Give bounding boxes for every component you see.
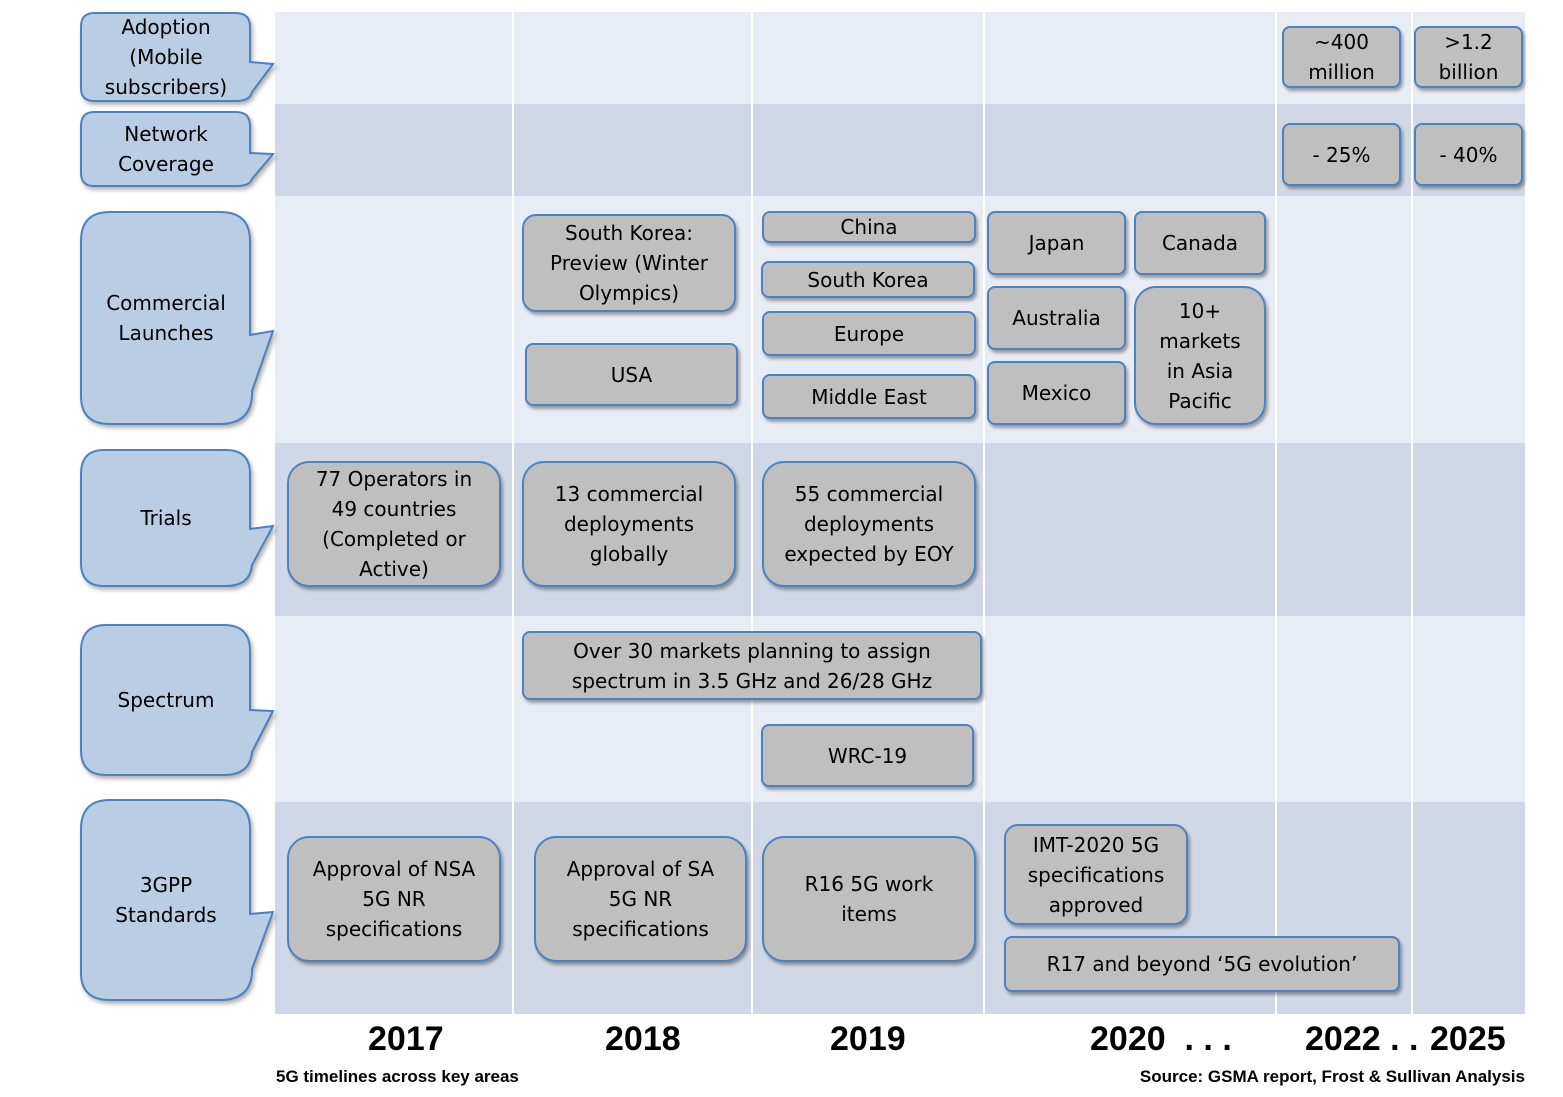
row-label-trials: Trials [140, 506, 192, 530]
year-label-2022: 2022 . . [1305, 1020, 1419, 1058]
divider-2018-2019 [751, 12, 753, 1014]
callout-adoption: Adoption (Mobile subscribers) [80, 12, 276, 102]
row-label-standards: 3GPP Standards [115, 873, 217, 927]
row-label-coverage: Network Coverage [118, 122, 214, 176]
callout-trials: Trials [80, 449, 276, 587]
callout-launches: Commercial Launches [80, 211, 276, 425]
standards-sa-box: Approval of SA 5G NR specifications [534, 836, 747, 962]
adoption-2025-box: >1.2 billion [1414, 26, 1523, 88]
launch-japan-box: Japan [987, 211, 1126, 275]
standards-r16-box: R16 5G work items [762, 836, 976, 962]
divider-2020-2022 [1275, 12, 1277, 1014]
launch-usa-box: USA [525, 343, 738, 406]
launch-south-korea-box: South Korea [761, 261, 975, 298]
callout-spectrum: Spectrum [80, 624, 276, 776]
year-label-2020: 2020 . . . [1090, 1020, 1232, 1058]
trials-2019-box: 55 commercial deployments expected by EO… [762, 461, 976, 587]
launch-europe-box: Europe [762, 311, 976, 356]
divider-2019-2020 [983, 12, 985, 1014]
coverage-2022-box: - 25% [1282, 123, 1401, 186]
launch-mexico-box: Mexico [987, 361, 1126, 425]
divider-2017-2018 [512, 12, 514, 1014]
row-label-adoption: Adoption (Mobile subscribers) [104, 15, 228, 99]
launch-canada-box: Canada [1134, 211, 1266, 275]
launch-asia-pacific-box: 10+ markets in Asia Pacific [1134, 286, 1266, 425]
standards-r17-box: R17 and beyond ‘5G evolution’ [1004, 936, 1400, 992]
source-caption: Source: GSMA report, Frost & Sullivan An… [1139, 1067, 1525, 1086]
launch-middle-east-box: Middle East [762, 374, 976, 419]
year-label-2025: 2025 [1430, 1020, 1506, 1058]
year-label-2019: 2019 [830, 1020, 906, 1058]
adoption-2022-box: ~400 million [1282, 26, 1401, 88]
year-label-2018: 2018 [605, 1020, 681, 1058]
launch-south-korea-preview-box: South Korea: Preview (Winter Olympics) [522, 214, 736, 312]
divider-2022-2025 [1411, 12, 1413, 1014]
row-label-launches: Commercial Launches [106, 291, 226, 345]
callout-standards: 3GPP Standards [80, 799, 276, 1001]
row-label-spectrum: Spectrum [117, 688, 215, 712]
launch-china-box: China [762, 211, 976, 243]
trials-2017-box: 77 Operators in 49 countries (Completed … [287, 461, 501, 587]
spectrum-markets-box: Over 30 markets planning to assign spect… [522, 631, 982, 700]
year-label-2017: 2017 [368, 1020, 444, 1058]
standards-nsa-box: Approval of NSA 5G NR specifications [287, 836, 501, 962]
figure-caption: 5G timelines across key areas [276, 1067, 519, 1086]
spectrum-wrc19-box: WRC-19 [761, 724, 974, 787]
launch-australia-box: Australia [987, 286, 1126, 350]
trials-2018-box: 13 commercial deployments globally [522, 461, 736, 587]
callout-coverage: Network Coverage [80, 111, 276, 187]
standards-imt2020-box: IMT-2020 5G specifications approved [1004, 824, 1188, 925]
coverage-2025-box: - 40% [1414, 123, 1523, 186]
